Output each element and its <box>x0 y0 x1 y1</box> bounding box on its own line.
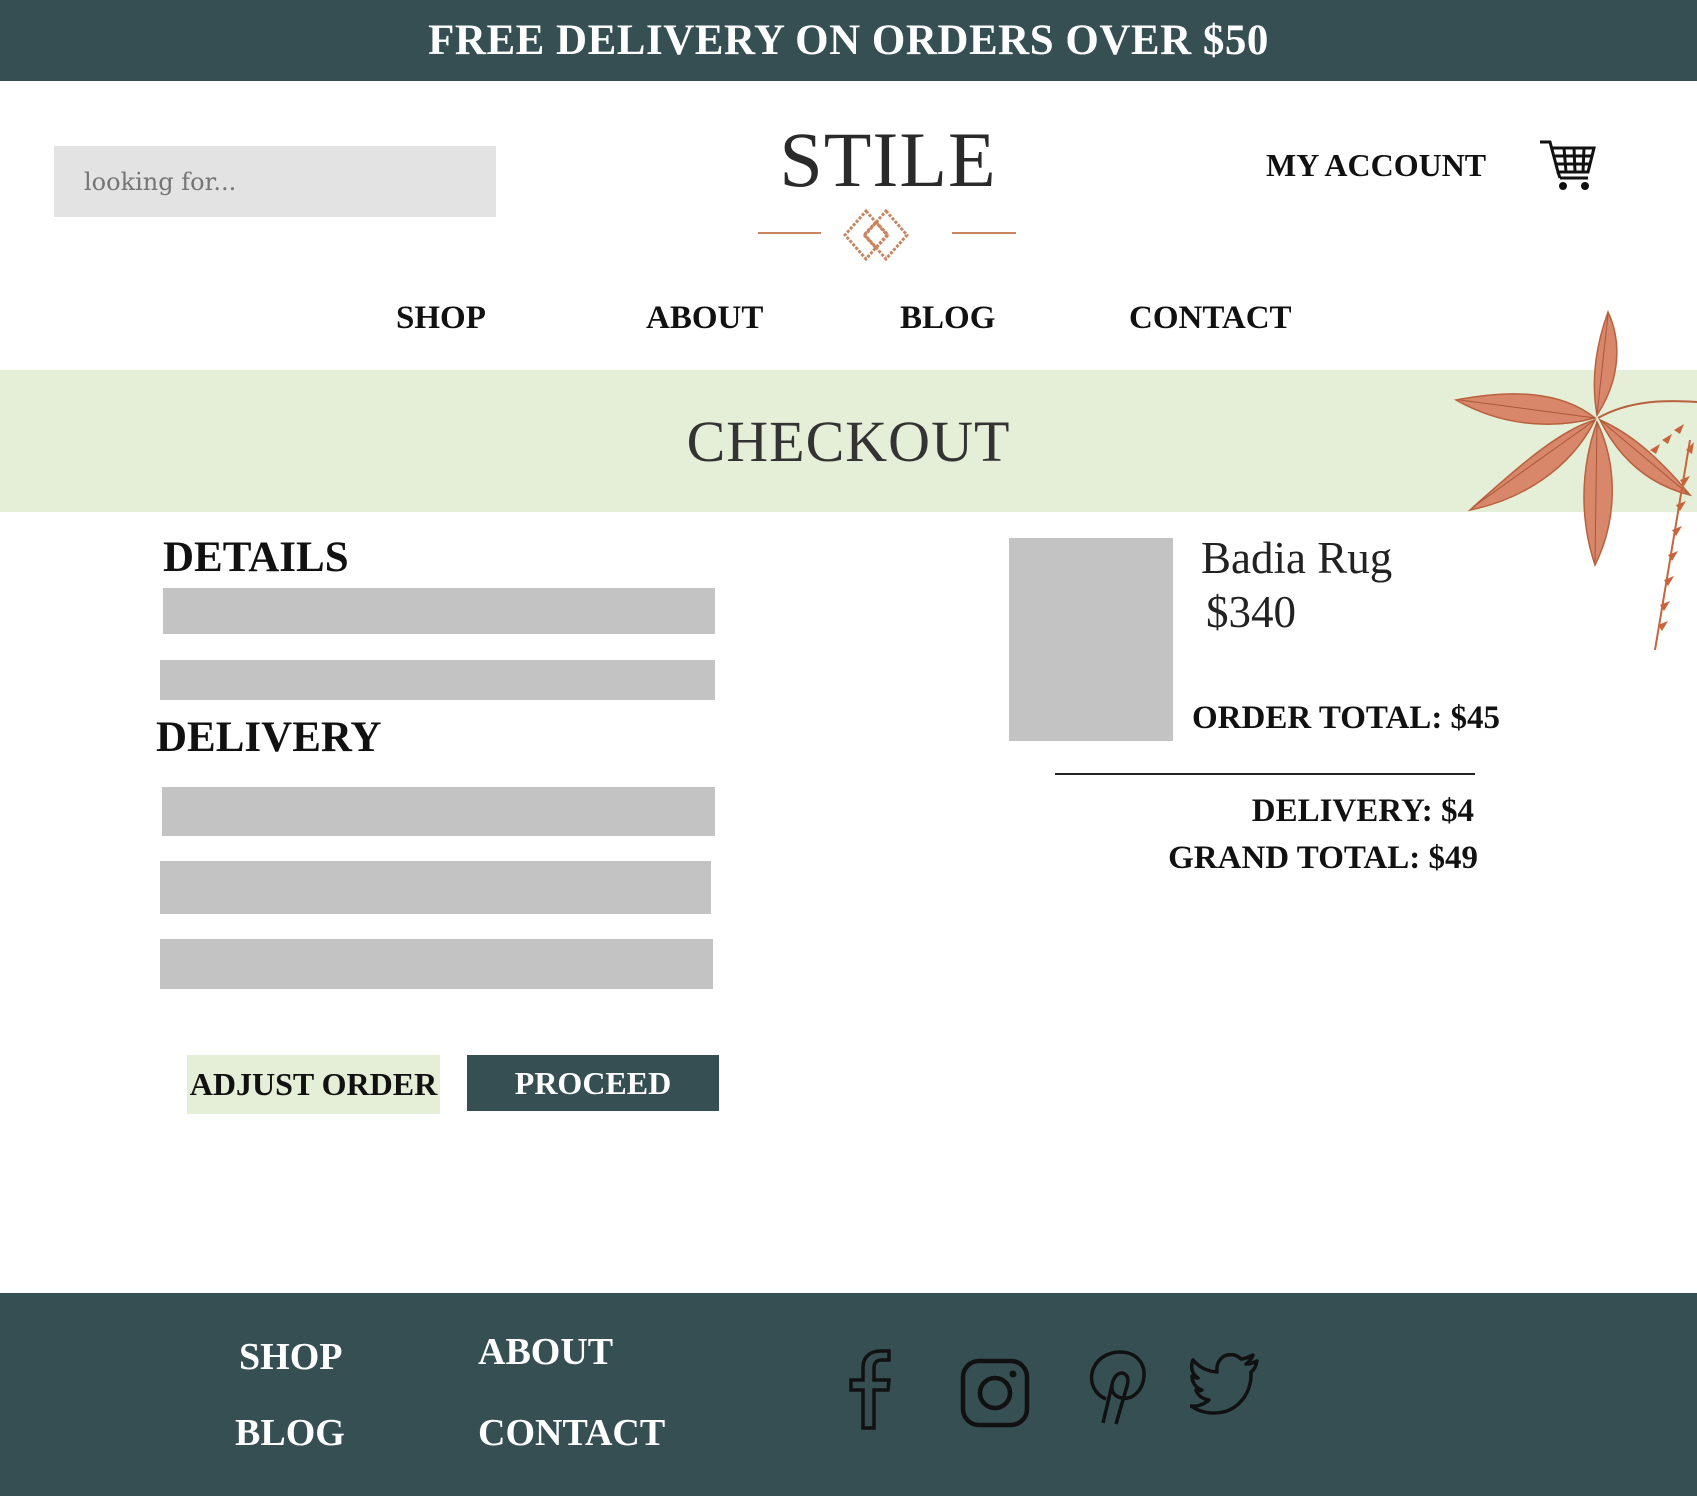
proceed-button[interactable]: PROCEED <box>467 1055 719 1111</box>
instagram-icon[interactable] <box>960 1358 1030 1428</box>
adjust-order-button[interactable]: ADJUST ORDER <box>187 1055 440 1114</box>
footer-link-contact[interactable]: CONTACT <box>478 1411 665 1455</box>
delivery-cost: DELIVERY: $4 <box>1251 793 1474 829</box>
logo-diamond-icon <box>758 208 1016 262</box>
product-price: $340 <box>1206 587 1296 637</box>
nav-shop[interactable]: SHOP <box>396 300 486 337</box>
delivery-field-1[interactable] <box>162 787 715 836</box>
summary-divider <box>1055 773 1475 775</box>
promo-banner: FREE DELIVERY ON ORDERS OVER $50 <box>0 0 1697 81</box>
footer: SHOP ABOUT BLOG CONTACT <box>0 1293 1697 1496</box>
nav-about[interactable]: ABOUT <box>646 300 763 337</box>
site-logo[interactable]: STILE <box>738 116 1038 262</box>
footer-link-shop[interactable]: SHOP <box>239 1335 342 1379</box>
product-image <box>1009 538 1173 741</box>
page-title: CHECKOUT <box>686 408 1011 474</box>
nav-blog[interactable]: BLOG <box>900 300 995 337</box>
twitter-icon[interactable] <box>1190 1353 1260 1417</box>
product-name: Badia Rug <box>1201 533 1393 583</box>
my-account-link[interactable]: MY ACCOUNT <box>1266 147 1486 184</box>
order-total: ORDER TOTAL: $45 <box>1192 700 1501 736</box>
facebook-icon[interactable] <box>845 1348 895 1430</box>
grand-total: GRAND TOTAL: $49 <box>1168 840 1478 876</box>
footer-link-about[interactable]: ABOUT <box>478 1330 613 1374</box>
decorative-leaf-image <box>1453 310 1697 651</box>
search-input[interactable] <box>54 146 496 217</box>
nav-contact[interactable]: CONTACT <box>1129 300 1292 337</box>
details-heading: DETAILS <box>163 534 349 581</box>
delivery-heading: DELIVERY <box>156 714 382 761</box>
details-field-2[interactable] <box>160 660 715 700</box>
shopping-cart-icon[interactable] <box>1538 138 1596 194</box>
logo-text: STILE <box>779 116 997 203</box>
delivery-field-2[interactable] <box>160 861 711 914</box>
pinterest-icon[interactable] <box>1086 1349 1148 1427</box>
promo-text: FREE DELIVERY ON ORDERS OVER $50 <box>428 17 1269 64</box>
delivery-field-3[interactable] <box>160 939 713 989</box>
details-field-1[interactable] <box>163 588 715 634</box>
footer-link-blog[interactable]: BLOG <box>235 1411 345 1455</box>
